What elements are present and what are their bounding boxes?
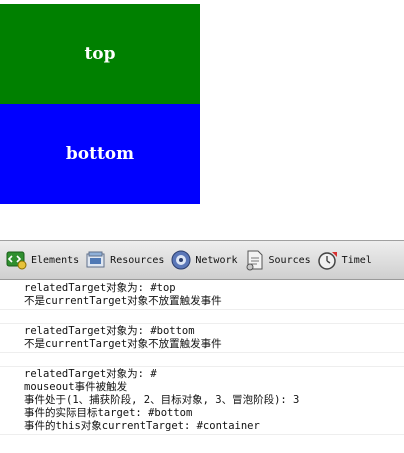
console-line: mouseout事件被触发 [24,381,128,393]
tab-sources-label: Sources [268,254,311,266]
console-line: 事件处于(1、捕获阶段, 2、目标对象, 3、冒泡阶段): 3 [24,394,300,406]
console-message: relatedTarget对象为: # mouseout事件被触发 事件处于(1… [0,366,404,435]
tab-timeline[interactable]: Timel [315,241,376,279]
console-message: relatedTarget对象为: #bottom 不是currentTarge… [0,323,404,353]
resources-icon [86,251,105,268]
tab-elements-label: Elements [31,254,80,266]
tab-elements[interactable]: Elements [4,241,83,279]
console-line: 事件的实际目标target: #bottom [24,407,193,419]
tab-resources-label: Resources [110,254,165,266]
top-box[interactable]: top [0,4,200,104]
console-line: relatedTarget对象为: #bottom [24,325,195,337]
console-line: relatedTarget对象为: #top [24,282,176,294]
bottom-box-label: bottom [65,144,135,164]
console-line: 事件的this对象currentTarget: #container [24,420,260,432]
timeline-icon [317,252,337,270]
elements-icon [6,251,27,270]
console-output: relatedTarget对象为: #top 不是currentTarget对象… [0,280,404,435]
tab-sources[interactable]: Sources [242,241,315,279]
tab-resources[interactable]: Resources [83,241,168,279]
network-icon [171,250,191,270]
console-line: 不是currentTarget对象不放置触发事件 [24,338,222,350]
devtools-panel: Elements Resources Network Sources Timel… [0,240,404,453]
devtools-toolbar: Elements Resources Network Sources Timel [0,240,404,280]
console-line: relatedTarget对象为: # [24,368,157,380]
tab-network[interactable]: Network [168,241,241,279]
tab-timeline-label: Timel [341,254,372,266]
console-message: relatedTarget对象为: #top 不是currentTarget对象… [0,281,404,310]
bottom-box[interactable]: bottom [0,104,200,204]
tab-network-label: Network [195,254,238,266]
sources-icon [246,250,263,271]
console-line: 不是currentTarget对象不放置触发事件 [24,295,222,307]
top-box-label: top [84,44,116,64]
